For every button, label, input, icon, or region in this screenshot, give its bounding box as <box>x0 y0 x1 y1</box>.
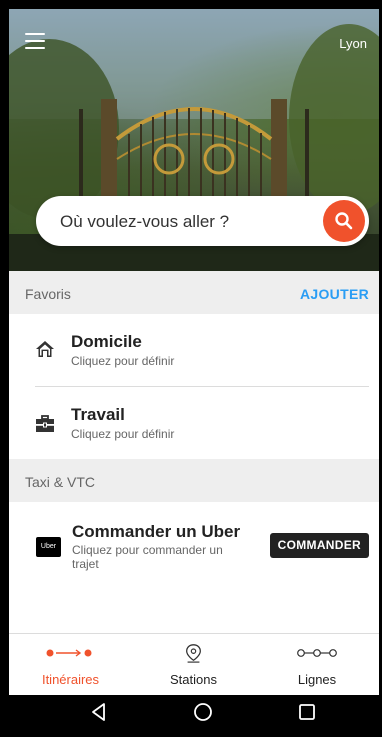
commander-button[interactable]: COMMANDER <box>269 533 369 558</box>
home-circle-icon[interactable] <box>192 701 214 723</box>
search-bar[interactable]: Où voulez-vous aller ? <box>36 196 369 246</box>
search-placeholder[interactable]: Où voulez-vous aller ? <box>60 212 229 232</box>
route-icon <box>46 649 92 657</box>
favorite-home[interactable]: Domicile Cliquez pour définir <box>9 314 379 386</box>
back-icon[interactable] <box>88 701 110 723</box>
taxi-header: Taxi & VTC <box>9 459 379 502</box>
tab-stations[interactable]: Stations <box>132 634 255 696</box>
home-icon <box>36 341 54 357</box>
location-pin-icon <box>186 644 201 663</box>
search-icon <box>335 212 353 230</box>
search-button[interactable] <box>323 200 365 242</box>
favorites-header: Favoris AJOUTER <box>9 271 379 314</box>
recent-apps-icon[interactable] <box>296 701 318 723</box>
favorites-title: Favoris <box>25 286 71 302</box>
favorite-work-sub: Cliquez pour définir <box>71 427 175 441</box>
menu-icon[interactable] <box>25 33 45 49</box>
app-screen: Lyon Où voulez-vous aller ? Favoris AJOU… <box>9 9 379 729</box>
tab-lignes-label: Lignes <box>297 672 337 687</box>
briefcase-icon <box>36 415 54 432</box>
uber-logo: Uber <box>36 537 61 557</box>
taxi-title: Taxi & VTC <box>25 474 96 490</box>
city-label[interactable]: Lyon <box>339 36 367 51</box>
add-favorite-button[interactable]: AJOUTER <box>300 286 369 302</box>
uber-title: Commander un Uber <box>72 522 241 541</box>
favorite-home-sub: Cliquez pour définir <box>71 354 175 368</box>
tab-itineraires[interactable]: Itinéraires <box>9 634 132 696</box>
bottom-navigation: Itinéraires Stations Lignes <box>9 633 379 695</box>
uber-row[interactable]: Uber Commander un Uber Cliquez pour comm… <box>9 502 379 592</box>
favorite-home-label: Domicile <box>71 332 142 351</box>
tab-stations-label: Stations <box>170 672 217 687</box>
system-navigation-bar <box>9 695 379 729</box>
uber-sub: Cliquez pour commander un trajet <box>72 543 223 571</box>
favorite-work[interactable]: Travail Cliquez pour définir <box>9 387 379 459</box>
tab-itineraires-label: Itinéraires <box>41 672 100 687</box>
favorite-work-label: Travail <box>71 405 125 424</box>
tab-lignes[interactable]: Lignes <box>255 634 379 696</box>
line-stops-icon <box>297 649 337 657</box>
